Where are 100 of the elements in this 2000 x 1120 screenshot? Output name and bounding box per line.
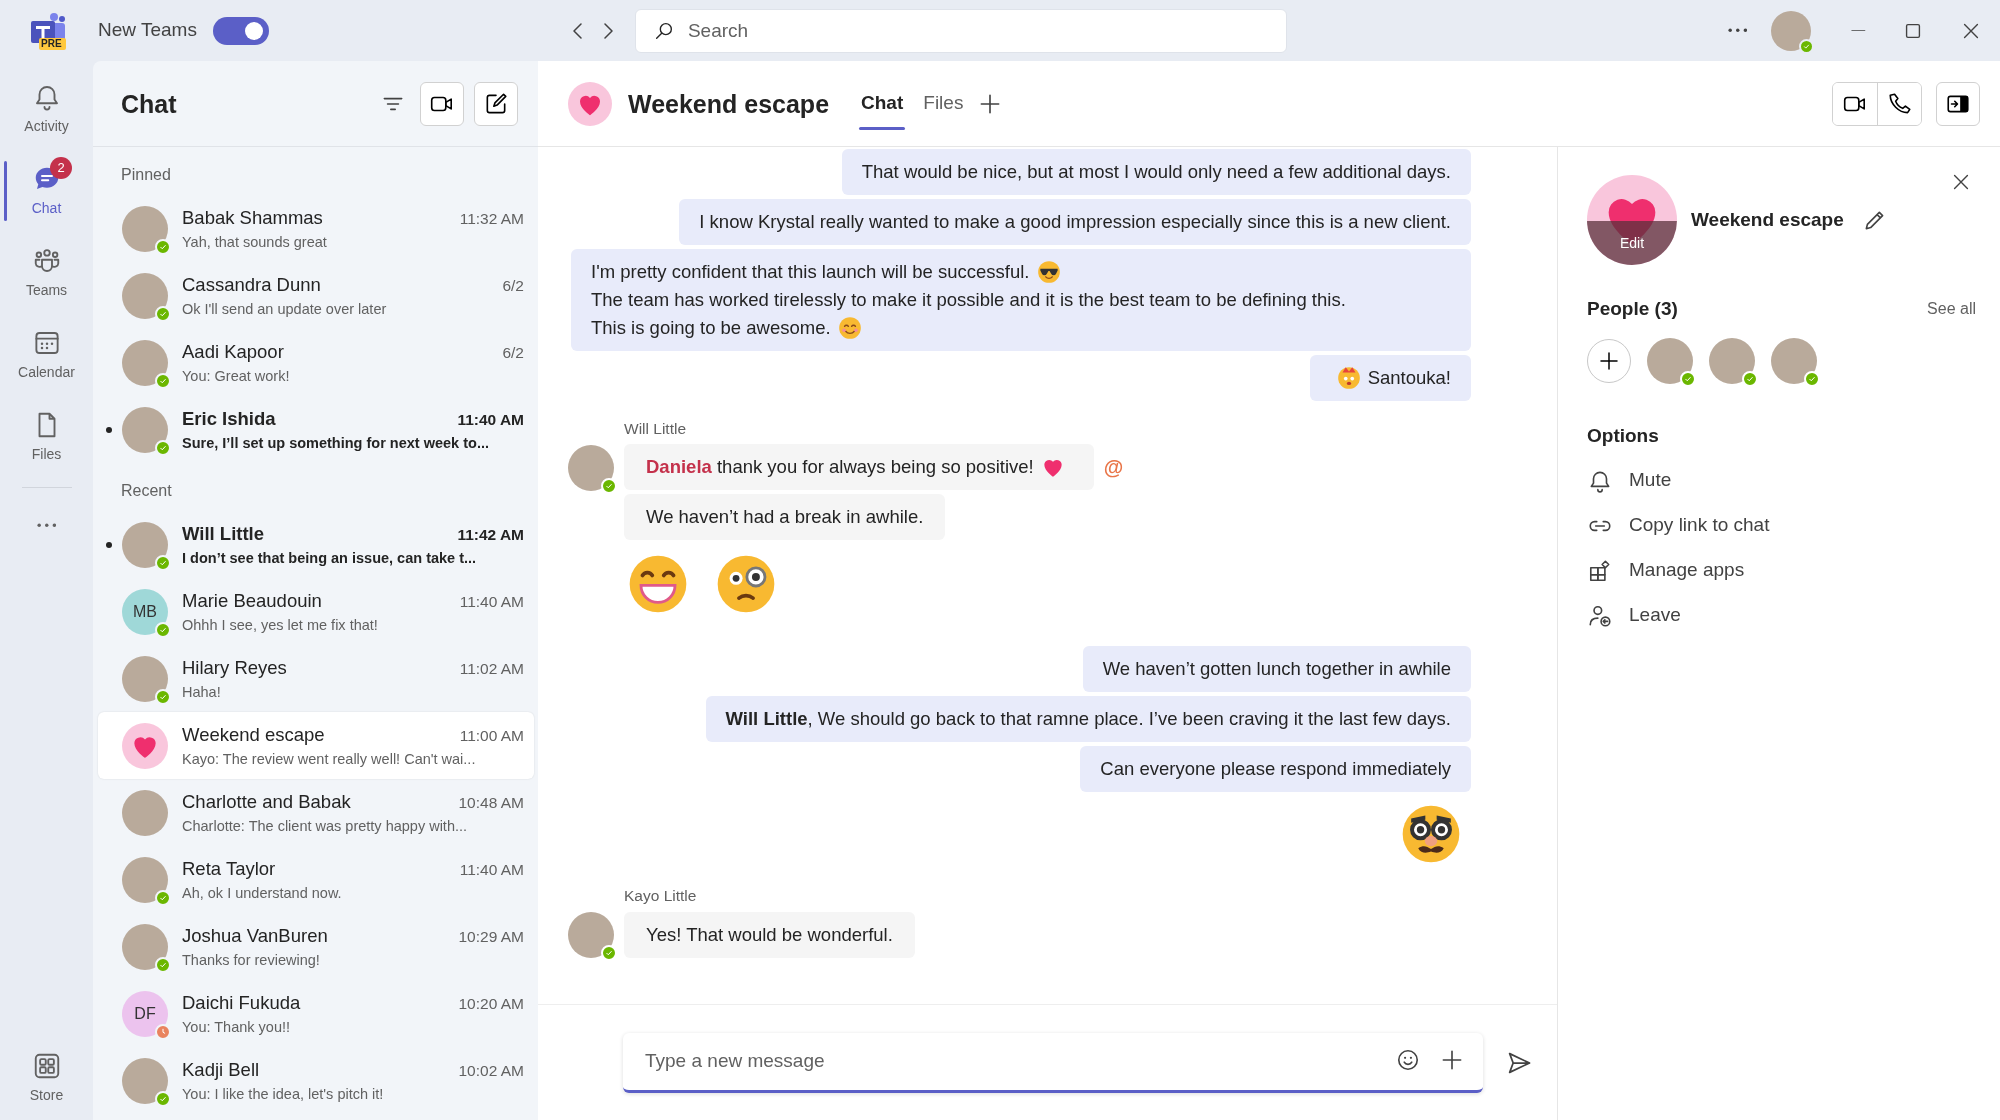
chat-list-item[interactable]: Kadji Bell 10:02 AM You: I like the idea, let's pitch it! bbox=[98, 1047, 534, 1114]
section-label: Recent bbox=[120, 481, 173, 501]
chat-list-item[interactable]: Eric Ishida 11:40 AM Sure, I’ll set up something for next week to... bbox=[98, 396, 534, 463]
tab[interactable]: Chat bbox=[851, 75, 914, 132]
edit-overlay-label: Edit bbox=[1587, 221, 1677, 265]
message-preview: You: Thank you!! bbox=[182, 1017, 292, 1037]
chat-list-item[interactable]: Will Little 11:42 AM I don’t see that being an issue, can take t... bbox=[98, 511, 534, 578]
chat-list-item[interactable]: Weekend escape 11:00 AM Kayo: The review went really well! Can't wai... bbox=[98, 712, 534, 779]
more-options-icon bbox=[1727, 28, 1748, 33]
contact-name: Hilary Reyes bbox=[182, 655, 287, 680]
back-icon bbox=[572, 22, 582, 39]
logo-badge-text: PRE bbox=[41, 37, 62, 50]
forward-icon bbox=[603, 22, 613, 39]
see-all-link[interactable]: See all bbox=[1927, 297, 1976, 322]
rail-item[interactable]: Teams bbox=[0, 235, 93, 311]
avatar-photo bbox=[122, 406, 168, 453]
rail-item[interactable]: Store bbox=[0, 1040, 93, 1116]
chat-list-item[interactable]: Babak Shammas 11:32 AM Yah, that sounds great bbox=[98, 195, 534, 262]
message-text: Santouka! bbox=[1367, 366, 1451, 390]
avatar-photo bbox=[568, 912, 614, 959]
message-preview: Ah, ok I understand now. bbox=[182, 883, 343, 903]
section-heading: Options bbox=[1587, 423, 1660, 448]
message-input[interactable]: Type a new message bbox=[623, 1032, 1483, 1093]
message-time: 11:40 AM bbox=[459, 591, 524, 612]
message-time: 10:20 AM bbox=[458, 993, 524, 1014]
contact-name: Will Little bbox=[182, 521, 265, 546]
avatar-photo bbox=[122, 856, 168, 903]
audio-call-button[interactable] bbox=[1877, 82, 1921, 125]
message-preview: You: Great work! bbox=[182, 366, 291, 386]
message-text: I'm pretty confident that this launch will be successful. bbox=[591, 260, 1030, 284]
option-item[interactable]: Copy link to chat bbox=[1587, 503, 1770, 548]
chat-list-item[interactable]: Charlotte and Babak 10:48 AM Charlotte: The client was pretty happy with... bbox=[98, 779, 534, 846]
contact-name: Reta Taylor bbox=[182, 856, 276, 881]
option-item[interactable]: Leave bbox=[1587, 593, 1681, 638]
message-time: 6/2 bbox=[502, 342, 524, 363]
contact-name: Daichi Fukuda bbox=[182, 990, 301, 1015]
message-text: We haven’t gotten lunch together in awhile bbox=[1102, 657, 1451, 682]
sender-name: Kayo Little bbox=[624, 886, 697, 907]
avatar-photo bbox=[122, 521, 168, 568]
message-text: We haven’t had a break in awhile. bbox=[646, 505, 924, 530]
chat-list-item[interactable]: Reta Taylor 11:40 AM Ah, ok I understand now. bbox=[98, 846, 534, 913]
avatar-photo bbox=[122, 272, 168, 319]
contact-name: Marie Beaudouin bbox=[182, 588, 322, 613]
section-label: Pinned bbox=[120, 165, 172, 185]
message-time: 11:40 AM bbox=[459, 859, 524, 880]
add-person-button[interactable] bbox=[1587, 338, 1631, 383]
chat-list-item[interactable]: Joshua VanBuren 10:29 AM Thanks for reviewing! bbox=[98, 913, 534, 980]
sunglasses-face-icon bbox=[1035, 259, 1062, 285]
chat-list-item[interactable]: Hilary Reyes 11:02 AM Haha! bbox=[98, 645, 534, 712]
message-text: Daniela thank you for always being so positive! bbox=[646, 455, 1034, 480]
group-name: Weekend escape bbox=[1691, 207, 1844, 232]
option-item[interactable]: Mute bbox=[1587, 458, 1672, 503]
message-text: That would be nice, but at most I would only need a few additional days. bbox=[861, 160, 1451, 184]
new-teams-toggle[interactable] bbox=[212, 16, 269, 45]
message-text: Can everyone please respond immediately bbox=[1100, 757, 1451, 782]
avatar-photo bbox=[122, 205, 168, 252]
option-item[interactable]: Manage apps bbox=[1587, 548, 1745, 593]
contact-name: Kadji Bell bbox=[182, 1057, 260, 1082]
contact-name: Eric Ishida bbox=[182, 406, 276, 431]
sender-name: Will Little bbox=[624, 419, 686, 439]
minimize-icon bbox=[1851, 29, 1866, 32]
message-preview: Charlotte: The client was pretty happy with... bbox=[182, 816, 469, 836]
message-preview: Ohhh I see, yes let me fix that! bbox=[182, 615, 379, 635]
meet-now-button[interactable] bbox=[420, 81, 464, 126]
mention-marker: @ bbox=[1103, 455, 1124, 481]
message-preview: Thanks for reviewing! bbox=[182, 950, 321, 970]
avatar-photo bbox=[122, 923, 168, 970]
notification-badge: 2 bbox=[50, 157, 72, 179]
section-heading: People (3) bbox=[1587, 297, 1678, 321]
rail-item[interactable]: Calendar bbox=[0, 317, 93, 393]
avatar-initials: DF bbox=[122, 990, 168, 1037]
rail-item[interactable]: Chat 2 bbox=[0, 153, 93, 229]
search-field[interactable]: Search bbox=[634, 8, 1287, 53]
message-text: Will Little, We should go back to that ramne place. I’ve been craving it the last few days. bbox=[725, 707, 1451, 732]
more-icon bbox=[36, 522, 57, 528]
message-time: 11:00 AM bbox=[459, 725, 524, 746]
avatar-photo bbox=[568, 445, 614, 491]
tab[interactable]: Files bbox=[913, 75, 974, 132]
avatar-initials: MB bbox=[122, 588, 168, 635]
contact-name: Babak Shammas bbox=[182, 205, 323, 230]
rail-item[interactable]: Activity bbox=[0, 71, 93, 147]
message-text: The team has worked tirelessly to make it possible and it is the best team to be defining this. bbox=[591, 288, 1346, 312]
message-preview: I don’t see that being an issue, can take t... bbox=[182, 548, 478, 568]
message-preview: Kayo: The review went really well! Can't wai... bbox=[182, 749, 477, 769]
message-time: 10:02 AM bbox=[458, 1060, 524, 1081]
chat-list-item[interactable]: Cassandra Dunn 6/2 Ok I'll send an update over later bbox=[98, 262, 534, 329]
side-panel-button[interactable] bbox=[1936, 81, 1980, 126]
new-chat-button[interactable] bbox=[474, 81, 518, 126]
chat-list-item[interactable]: MB Marie Beaudouin 11:40 AM Ohhh I see, yes let me fix that! bbox=[98, 578, 534, 645]
chat-list-item[interactable]: Aadi Kapoor 6/2 You: Great work! bbox=[98, 329, 534, 396]
smiling-face-icon bbox=[836, 315, 863, 341]
rail-item[interactable]: Files bbox=[0, 399, 93, 475]
message-preview: Sure, I’ll set up something for next week to... bbox=[182, 433, 490, 453]
chat-list-item[interactable]: DF Daichi Fukuda 10:20 AM You: Thank you!! bbox=[98, 980, 534, 1047]
party-face-icon bbox=[1335, 365, 1362, 391]
avatar-photo bbox=[122, 339, 168, 386]
chat-title: Weekend escape bbox=[628, 88, 830, 119]
group-avatar[interactable]: Edit bbox=[1587, 175, 1677, 265]
message-preview: You: I like the idea, let's pitch it! bbox=[182, 1084, 385, 1104]
message-preview: Yah, that sounds great bbox=[182, 232, 328, 252]
